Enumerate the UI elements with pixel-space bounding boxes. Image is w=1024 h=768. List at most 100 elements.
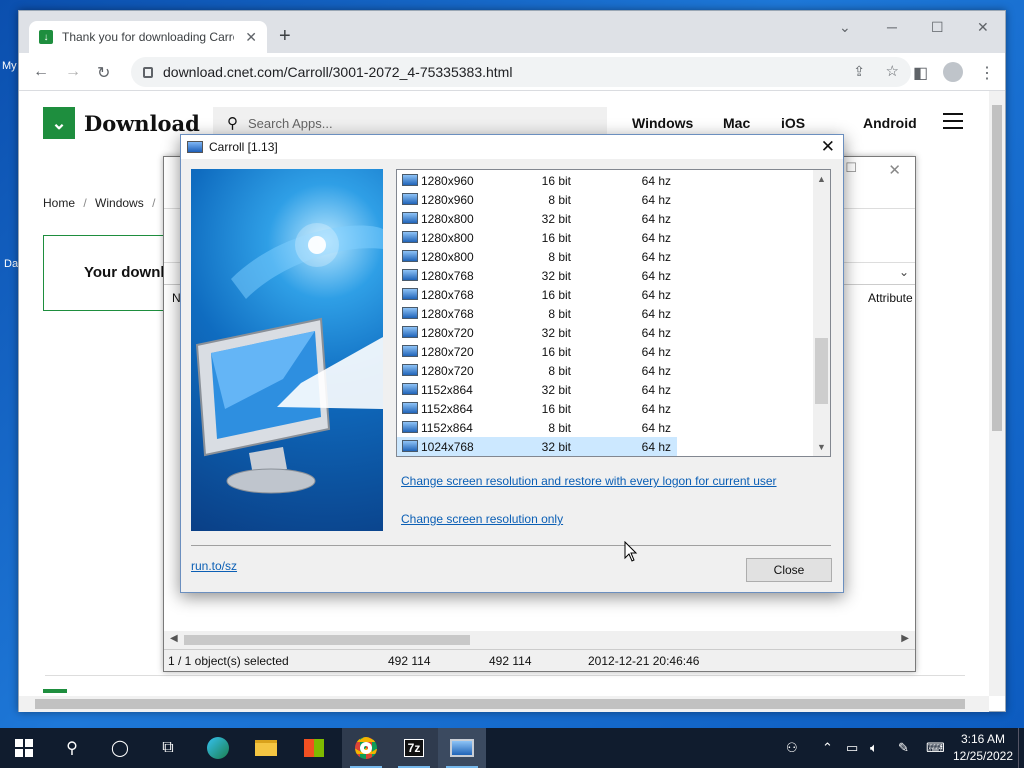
resolution-row[interactable]: 1280x768 16 bit 64 hz	[397, 285, 677, 304]
window-close-icon[interactable]: ✕	[977, 19, 989, 36]
resolution-row[interactable]: 1280x720 16 bit 64 hz	[397, 342, 677, 361]
color-depth-value: 16 bit	[541, 288, 571, 302]
refresh-rate-value: 64 hz	[641, 212, 671, 226]
resolution-list[interactable]: 1280x960 16 bit 64 hz 1280x960 8 bit 64 hz 128…	[396, 169, 831, 457]
nav-mac[interactable]: Mac	[723, 115, 750, 131]
taskbar: ⚲ ◯ ⧉ 7z ⚇ ⌃ ▭ 🔈︎ ✎ ⌨ 3:16 AM 12/25/2022	[0, 728, 1024, 768]
change-resolution-only-link[interactable]: Change screen resolution only	[401, 512, 563, 526]
nav-windows[interactable]: Windows	[632, 115, 693, 131]
resolution-row[interactable]: 1024x768 32 bit 64 hz	[397, 437, 677, 456]
sevenzip-maximize-icon[interactable]: ☐	[845, 160, 857, 176]
new-tab-button[interactable]: +	[279, 25, 291, 48]
resolution-row[interactable]: 1280x960 16 bit 64 hz	[397, 171, 677, 190]
network-icon[interactable]: ▭	[846, 740, 858, 756]
website-link[interactable]: run.to/sz	[191, 559, 237, 573]
column-attributes[interactable]: Attribute	[868, 291, 913, 305]
nav-ios[interactable]: iOS	[781, 115, 805, 131]
brand-name: Download	[84, 110, 200, 136]
sevenzip-close-icon[interactable]: ✕	[888, 161, 901, 179]
scroll-down-icon[interactable]: ▼	[817, 442, 826, 452]
people-icon[interactable]: ⚇	[786, 740, 798, 756]
color-depth-value: 16 bit	[541, 345, 571, 359]
chevron-up-icon[interactable]: ⌃	[822, 740, 833, 756]
resolution-row[interactable]: 1280x800 16 bit 64 hz	[397, 228, 677, 247]
browser-tab[interactable]: ↓ Thank you for downloading Carroll ✕	[29, 21, 267, 53]
share-icon[interactable]: ⇪	[853, 63, 865, 80]
dialog-close-icon[interactable]: ✕	[821, 137, 835, 157]
cortana-icon[interactable]: ◯	[96, 728, 144, 768]
keyboard-icon[interactable]: ⌨	[926, 740, 945, 756]
forward-icon[interactable]: →	[65, 63, 81, 81]
desktop-icon-label[interactable]: My	[2, 60, 17, 72]
url-text: download.cnet.com/Carroll/3001-2072_4-75…	[163, 64, 513, 80]
resolution-row[interactable]: 1280x768 8 bit 64 hz	[397, 304, 677, 323]
store-icon[interactable]	[290, 728, 338, 768]
monitor-icon	[402, 421, 418, 433]
divider	[191, 545, 831, 546]
scroll-up-icon[interactable]: ▲	[817, 174, 826, 184]
search-placeholder: Search Apps...	[248, 115, 333, 131]
breadcrumb-home[interactable]: Home	[43, 196, 75, 210]
resolution-value: 1280x960	[421, 174, 474, 188]
page-vertical-scrollbar[interactable]	[989, 91, 1005, 696]
resolution-value: 1280x768	[421, 288, 474, 302]
resolution-value: 1280x800	[421, 250, 474, 264]
refresh-rate-value: 64 hz	[641, 345, 671, 359]
resolution-row[interactable]: 1280x800 32 bit 64 hz	[397, 209, 677, 228]
chrome-icon[interactable]	[342, 728, 390, 768]
file-explorer-icon[interactable]	[242, 728, 290, 768]
refresh-rate-value: 64 hz	[641, 402, 671, 416]
windows-logo-icon	[15, 739, 33, 757]
desktop-icon-label[interactable]: Da	[4, 258, 18, 270]
minimize-icon[interactable]: ─	[887, 19, 897, 35]
edge-icon[interactable]	[194, 728, 242, 768]
monitor-icon	[402, 345, 418, 357]
pen-icon[interactable]: ✎	[898, 740, 909, 756]
resolution-row[interactable]: 1280x720 8 bit 64 hz	[397, 361, 677, 380]
site-logo[interactable]: ⌄ Download	[43, 107, 200, 139]
menu-kebab-icon[interactable]: ⋮	[979, 63, 995, 83]
tab-search-icon[interactable]: ⌄	[839, 19, 851, 36]
bookmark-star-icon[interactable]: ☆	[886, 62, 899, 80]
profile-avatar[interactable]	[943, 62, 963, 82]
list-vertical-scrollbar[interactable]: ▲ ▼	[813, 170, 830, 456]
search-icon[interactable]: ⚲	[48, 728, 96, 768]
show-desktop-button[interactable]	[1018, 728, 1024, 768]
resolution-row[interactable]: 1280x960 8 bit 64 hz	[397, 190, 677, 209]
maximize-icon[interactable]: ☐	[931, 19, 944, 36]
start-button[interactable]	[0, 728, 48, 768]
close-button[interactable]: Close	[746, 558, 832, 582]
resolution-row[interactable]: 1280x800 8 bit 64 hz	[397, 247, 677, 266]
tab-close-icon[interactable]: ✕	[245, 29, 257, 46]
color-depth-value: 32 bit	[541, 326, 571, 340]
nav-android[interactable]: Android	[863, 115, 917, 131]
breadcrumb-windows[interactable]: Windows	[95, 196, 144, 210]
refresh-rate-value: 64 hz	[641, 307, 671, 321]
resolution-row[interactable]: 1152x864 32 bit 64 hz	[397, 380, 677, 399]
task-view-icon[interactable]: ⧉	[144, 728, 192, 768]
resolution-value: 1024x768	[421, 440, 474, 454]
restore-resolution-link[interactable]: Change screen resolution and restore wit…	[401, 474, 777, 488]
clock[interactable]: 3:16 AM 12/25/2022	[952, 731, 1014, 765]
refresh-rate-value: 64 hz	[641, 288, 671, 302]
resolution-value: 1280x960	[421, 193, 474, 207]
color-depth-value: 8 bit	[548, 307, 571, 321]
refresh-rate-value: 64 hz	[641, 231, 671, 245]
monitor-icon	[402, 174, 418, 186]
chevron-down-icon[interactable]: ⌄	[899, 265, 909, 279]
page-horizontal-scrollbar[interactable]	[19, 696, 989, 712]
resolution-row[interactable]: 1280x720 32 bit 64 hz	[397, 323, 677, 342]
sevenzip-taskbar-button[interactable]: 7z	[390, 728, 438, 768]
resolution-row[interactable]: 1280x768 32 bit 64 hz	[397, 266, 677, 285]
address-bar[interactable]: download.cnet.com/Carroll/3001-2072_4-75…	[131, 57, 911, 87]
sevenzip-horizontal-scrollbar[interactable]: ◀ ▶	[164, 631, 915, 649]
carroll-taskbar-button[interactable]	[438, 728, 486, 768]
back-icon[interactable]: ←	[33, 63, 49, 81]
resolution-row[interactable]: 1152x864 8 bit 64 hz	[397, 418, 677, 437]
reload-icon[interactable]: ↻	[97, 63, 110, 83]
volume-icon[interactable]: 🔈︎	[870, 740, 878, 756]
resolution-row[interactable]: 1152x864 16 bit 64 hz	[397, 399, 677, 418]
dialog-title: Carroll [1.13]	[209, 140, 278, 154]
hamburger-menu-icon[interactable]	[943, 113, 963, 134]
side-panel-icon[interactable]: ◧	[913, 63, 928, 83]
